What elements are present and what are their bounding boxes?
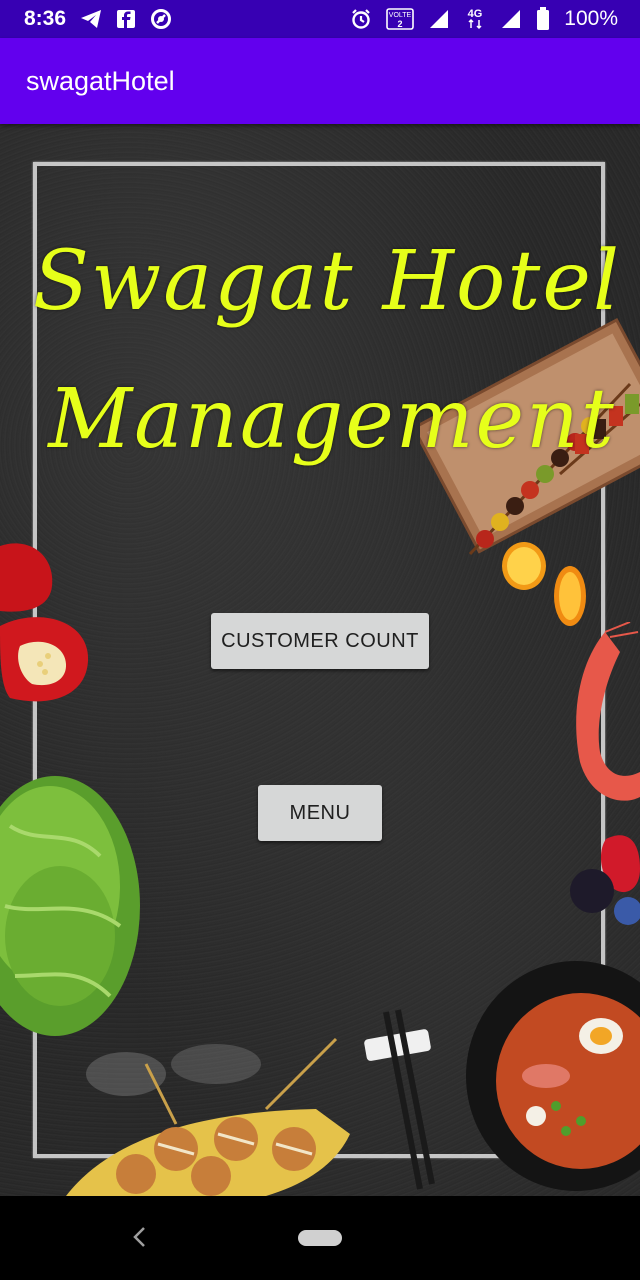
lettuce-image (0, 776, 140, 1036)
title-line-2: Management (48, 372, 616, 467)
app-title: swagatHotel (26, 65, 175, 96)
telegram-icon (80, 9, 102, 29)
alarm-icon (350, 8, 372, 30)
status-time: 8:36 (24, 7, 67, 30)
sync-icon (150, 8, 172, 30)
battery-percent: 100% (564, 7, 618, 30)
back-icon[interactable] (128, 1222, 150, 1252)
red-pepper-image (0, 543, 89, 702)
customer-count-button[interactable]: CUSTOMER COUNT (211, 613, 429, 669)
ramen-bowl-image (466, 961, 640, 1191)
signal-icon (428, 8, 450, 30)
status-bar: 8:36 VOLTE 2 4G 100% (0, 0, 640, 38)
shrimp-image (576, 622, 640, 801)
content-area: Swagat Hotel Management CUSTOMER COUNT M… (0, 124, 640, 1196)
svg-text:VOLTE: VOLTE (389, 12, 412, 19)
network-4g-icon: 4G (464, 7, 486, 31)
signal-icon (500, 8, 522, 30)
svg-text:2: 2 (398, 19, 403, 29)
takoyaki-image (66, 1037, 350, 1196)
status-left: 8:36 (24, 7, 172, 31)
svg-text:4G: 4G (468, 8, 483, 20)
home-pill-icon[interactable] (298, 1230, 342, 1246)
menu-button[interactable]: MENU (258, 785, 382, 841)
berries-image (570, 835, 640, 925)
app-bar: swagatHotel (0, 38, 640, 124)
facebook-icon (116, 9, 136, 29)
volte-icon: VOLTE 2 (386, 8, 415, 30)
orange-slice-image (502, 542, 586, 626)
battery-icon (536, 7, 550, 31)
status-right: VOLTE 2 4G 100% (350, 7, 618, 31)
chopsticks-image (364, 1009, 435, 1190)
navigation-bar (0, 1196, 640, 1280)
title-line-1: Swagat Hotel (32, 234, 622, 329)
